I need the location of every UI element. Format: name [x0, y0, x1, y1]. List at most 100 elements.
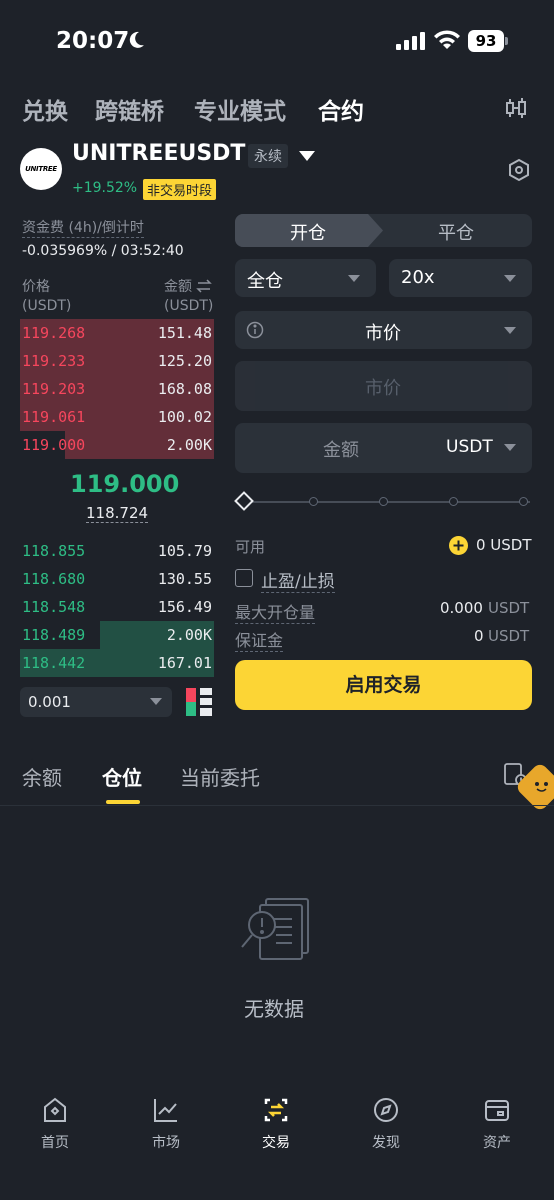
nav-assets[interactable]: 资产: [457, 1132, 537, 1152]
margin-unit: USDT: [488, 627, 530, 645]
nav-trade[interactable]: 交易: [236, 1132, 316, 1152]
slider-tick-75[interactable]: [449, 497, 458, 506]
available-value: 0 USDT: [476, 536, 532, 554]
row-amount: 130.55: [157, 570, 212, 588]
battery-level: 93: [475, 32, 497, 50]
tpsl-checkbox[interactable]: [235, 569, 253, 587]
wifi-icon: [433, 30, 461, 50]
slider-tick-100[interactable]: [519, 497, 528, 506]
amount-unit-select[interactable]: USDT: [446, 437, 493, 457]
margin-mode-select[interactable]: 全仓: [235, 259, 376, 297]
max-open-label: 最大开仓量: [235, 599, 316, 624]
token-logo: UNITREE: [20, 148, 62, 190]
leverage-select[interactable]: 20x: [389, 259, 532, 297]
bid-row[interactable]: 118.489 2.00K: [20, 621, 214, 649]
tpsl-label[interactable]: 止盈/止损: [261, 567, 335, 593]
order-type-select[interactable]: 市价: [235, 311, 532, 349]
amount-slider-handle[interactable]: [234, 491, 254, 511]
row-amount: 168.08: [157, 380, 212, 398]
add-funds-icon[interactable]: [449, 536, 468, 555]
slider-tick-50[interactable]: [379, 497, 388, 506]
bid-row[interactable]: 118.442 167.01: [20, 649, 214, 677]
price-change: +19.52%: [72, 180, 138, 196]
nav-market[interactable]: 市场: [126, 1132, 206, 1152]
battery-cap: [505, 37, 508, 45]
wallet-icon[interactable]: [483, 1096, 511, 1124]
row-price: 119.268: [22, 324, 86, 342]
symbol-dropdown-icon[interactable]: [298, 150, 316, 162]
slider-tick-25[interactable]: [309, 497, 318, 506]
row-amount: 151.48: [157, 324, 212, 342]
tab-bridge[interactable]: 跨链桥: [95, 92, 164, 126]
mark-price[interactable]: 118.724: [86, 504, 149, 523]
tab-active-indicator: [106, 800, 140, 804]
available-label: 可用: [235, 538, 266, 556]
row-price: 118.855: [22, 542, 86, 560]
orderbook-amount-unit: (USDT): [164, 298, 214, 314]
bid-row[interactable]: 118.680 130.55: [20, 565, 214, 593]
signal-icon: [396, 32, 426, 50]
home-icon[interactable]: [41, 1096, 69, 1124]
trade-icon[interactable]: [262, 1096, 290, 1124]
margin-label: 保证金: [235, 627, 284, 652]
order-type-value: 市价: [365, 323, 401, 344]
status-time: 20:07: [56, 28, 130, 54]
amount-placeholder: 金额: [323, 440, 359, 461]
chevron-down-icon: [504, 327, 516, 335]
chart-icon[interactable]: [152, 1096, 180, 1124]
funding-value: -0.035969% / 03:52:40: [22, 243, 184, 259]
row-price: 118.680: [22, 570, 86, 588]
row-price: 118.548: [22, 598, 86, 616]
chevron-down-icon: [504, 444, 516, 452]
row-price: 119.233: [22, 352, 86, 370]
candlestick-icon[interactable]: [504, 96, 528, 120]
row-amount: 100.02: [157, 408, 212, 426]
row-price: 118.489: [22, 626, 86, 644]
row-price: 119.203: [22, 380, 86, 398]
row-amount: 2.00K: [166, 436, 212, 454]
max-open-value: 0.000: [440, 599, 483, 617]
tab-futures[interactable]: 合约: [318, 92, 364, 126]
margin-value: 0: [474, 627, 484, 645]
tab-open-position[interactable]: 开仓: [290, 219, 326, 245]
row-price: 119.000: [22, 436, 86, 454]
amount-input[interactable]: 金额 USDT: [235, 423, 532, 473]
precision-selector[interactable]: 0.001: [20, 687, 172, 717]
bid-row[interactable]: 118.855 105.79: [20, 537, 214, 565]
compass-icon[interactable]: [372, 1096, 400, 1124]
ask-row[interactable]: 119.268 151.48: [20, 319, 214, 347]
ask-row[interactable]: 119.203 168.08: [20, 375, 214, 403]
symbol-name[interactable]: UNITREEUSDT: [72, 141, 245, 166]
funding-label: 资金费 (4h)/倒计时: [22, 217, 144, 238]
perpetual-badge: 永续: [248, 144, 288, 168]
bid-row[interactable]: 118.548 156.49: [20, 593, 214, 621]
ask-row[interactable]: 119.061 100.02: [20, 403, 214, 431]
tabs-divider: [0, 805, 554, 806]
tab-open-orders[interactable]: 当前委托: [180, 762, 260, 791]
last-price: 119.000: [70, 470, 180, 498]
tab-balance[interactable]: 余额: [22, 762, 62, 791]
margin-mode-value: 全仓: [247, 271, 283, 292]
tab-pro-mode[interactable]: 专业模式: [194, 92, 286, 126]
precision-value: 0.001: [28, 693, 71, 711]
chevron-down-icon: [504, 275, 516, 283]
settings-hex-icon[interactable]: [507, 158, 531, 182]
non-trading-badge: 非交易时段: [143, 179, 217, 200]
orderbook-amount-header[interactable]: 金额: [164, 276, 192, 296]
tab-positions[interactable]: 仓位: [102, 762, 142, 791]
row-amount: 125.20: [157, 352, 212, 370]
orderbook-layout-icon[interactable]: [186, 688, 212, 716]
chevron-down-icon: [150, 698, 162, 706]
ask-row[interactable]: 119.233 125.20: [20, 347, 214, 375]
info-icon[interactable]: [246, 321, 264, 339]
no-data-icon: [236, 895, 316, 965]
moon-icon: [126, 30, 146, 50]
swap-arrows-icon[interactable]: [196, 279, 212, 293]
chevron-down-icon: [348, 275, 360, 283]
tab-swap[interactable]: 兑换: [22, 92, 68, 126]
enable-trading-button[interactable]: 启用交易: [235, 660, 532, 710]
nav-home[interactable]: 首页: [15, 1132, 95, 1152]
nav-discover[interactable]: 发现: [346, 1132, 426, 1152]
ask-row[interactable]: 119.000 2.00K: [20, 431, 214, 459]
tab-close-position[interactable]: 平仓: [438, 219, 474, 245]
